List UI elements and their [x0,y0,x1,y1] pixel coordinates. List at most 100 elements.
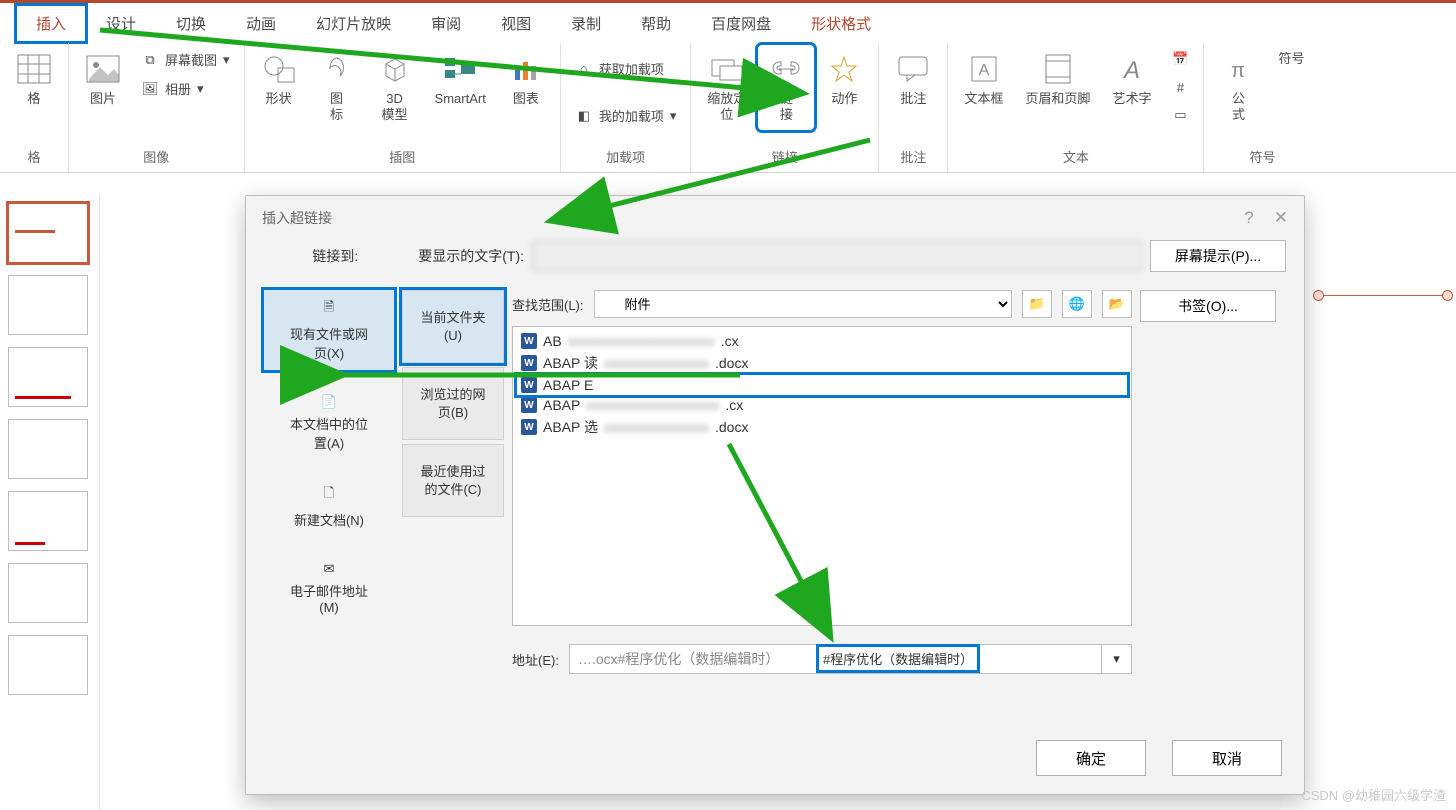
cancel-button[interactable]: 取消 [1172,740,1282,776]
svg-text:A: A [1122,57,1140,84]
equation-icon: π [1220,51,1256,87]
file-item-1[interactable]: WABAP 读xxxxxxxxxxxxxxx.docx [517,351,1127,375]
tab-shape-format[interactable]: 形状格式 [791,5,891,42]
slide-thumb-3[interactable] [8,347,88,407]
textbox-button[interactable]: A文本框 [956,47,1011,111]
display-text-label: 要显示的文字(T): [418,248,524,264]
file-list[interactable]: WABxxxxxxxxxxxxxxxxxxxxx.cx WABAP 读xxxxx… [512,326,1132,626]
slide-canvas: 插入超链接 ? ✕ 链接到:要显示的文字(T): 屏幕提示(P)... 🗎现有文… [100,195,1456,810]
zoom-button[interactable]: 缩放定 位 [699,47,754,128]
cube-icon [377,51,413,87]
table-icon [16,51,52,87]
bookmark-button[interactable]: 书签(O)... [1140,290,1276,322]
equation-button[interactable]: π公 式 [1212,47,1264,128]
linkto-email[interactable]: ✉电子邮件地址 (M) [264,553,394,623]
slide-thumb-2[interactable] [8,275,88,335]
scope-browsed-pages[interactable]: 浏览过的网 页(B) [402,367,504,440]
tab-design[interactable]: 设计 [86,5,156,42]
document-icon: 📄 [321,394,337,410]
link-to-label: 链接到: [312,248,358,264]
svg-text:π: π [1232,60,1246,82]
group-label-comment: 批注 [900,143,926,172]
tab-netdisk[interactable]: 百度网盘 [691,5,791,42]
table-button[interactable]: 格 [8,47,60,111]
store-icon: ⌂ [575,60,593,78]
screenshot-button[interactable]: ⧉屏幕截图 ▾ [135,47,236,72]
slide-thumb-7[interactable] [8,635,88,695]
help-icon[interactable]: ? [1244,208,1253,228]
slidenum-button[interactable]: # [1165,75,1195,99]
tab-insert[interactable]: 插入 [16,5,86,42]
symbol-button[interactable]: 符号 [1270,47,1312,71]
browse-file-button[interactable]: 📂 [1102,290,1132,318]
textbox-icon: A [966,51,1002,87]
object-button[interactable]: ▭ [1165,103,1195,127]
smartart-icon [442,51,478,87]
display-text-input[interactable] [532,241,1142,271]
wordart-icon: A [1114,51,1150,87]
look-in-select[interactable]: 附件 [594,290,1012,318]
file-item-2[interactable]: WABAP E [517,375,1127,395]
file-item-3[interactable]: WABAPxxxxxxxxxxxxxxxxxxx.cx [517,395,1127,415]
smartart-button[interactable]: SmartArt [427,47,494,111]
image-button[interactable]: 图片 [77,47,129,111]
chart-icon [508,51,544,87]
connector-handle[interactable] [1318,295,1448,296]
newdoc-icon: 🗋 [324,484,334,506]
my-addin-button[interactable]: ◧我的加载项 ▾ [569,103,683,128]
tab-animate[interactable]: 动画 [226,5,296,42]
ok-button[interactable]: 确定 [1036,740,1146,776]
address-label: 地址(E): [512,650,559,669]
object-icon: ▭ [1171,106,1189,124]
datetime-button[interactable]: 📅 [1165,47,1195,71]
up-folder-button[interactable]: 📁 [1022,290,1052,318]
scope-recent-files[interactable]: 最近使用过 的文件(C) [402,444,504,517]
close-icon[interactable]: ✕ [1274,208,1288,228]
wordart-button[interactable]: A艺术字 [1104,47,1159,111]
album-button[interactable]: 🖼相册 ▾ [135,76,236,101]
svg-text:A: A [979,62,990,79]
link-button[interactable]: 链 接 [760,47,812,128]
headerfooter-icon [1040,51,1076,87]
3d-model-button[interactable]: 3D 模型 [369,47,421,128]
scope-current-folder[interactable]: 当前文件夹 (U) [402,290,504,363]
slide-thumb-5[interactable] [8,491,88,551]
comment-button[interactable]: 批注 [887,47,939,111]
group-label-symbol: 符号 [1249,143,1275,172]
icons-icon [319,51,355,87]
linkto-existing-file[interactable]: 🗎现有文件或网 页(X) [264,290,394,370]
tab-record[interactable]: 录制 [551,5,621,42]
tab-view[interactable]: 视图 [481,5,551,42]
up-folder-icon: 📁 [1029,296,1045,312]
icons-button[interactable]: 图 标 [311,47,363,128]
tab-slideshow[interactable]: 幻灯片放映 [296,5,411,42]
screentip-button[interactable]: 屏幕提示(P)... [1150,240,1286,272]
group-label-text: 文本 [1063,143,1089,172]
address-dropdown[interactable]: ▾ [1101,645,1131,673]
chart-button[interactable]: 图表 [500,47,552,111]
action-button[interactable]: 动作 [818,47,870,111]
linkto-new-document[interactable]: 🗋新建文档(N) [264,476,394,537]
tab-transition[interactable]: 切换 [156,5,226,42]
ribbon: 格 格 图片 ⧉屏幕截图 ▾ 🖼相册 ▾ 图像 形状 图 标 3D 模型 Sma… [0,43,1456,173]
tab-help[interactable]: 帮助 [621,5,691,42]
group-label-image: 图像 [143,143,169,172]
linkto-place-in-doc[interactable]: 📄本文档中的位 置(A) [264,386,394,460]
slide-thumb-1[interactable] [8,203,88,263]
group-label-addin: 加载项 [606,143,645,172]
comment-icon [895,51,931,87]
slide-thumb-6[interactable] [8,563,88,623]
zoom-icon [709,51,745,87]
file-item-0[interactable]: WABxxxxxxxxxxxxxxxxxxxxx.cx [517,331,1127,351]
get-addin-button[interactable]: ⌂获取加载项 [569,56,683,81]
watermark: CSDN @幼稚园六级学渣 [1301,785,1446,804]
look-in-label: 查找范围(L): [512,295,584,314]
insert-hyperlink-dialog: 插入超链接 ? ✕ 链接到:要显示的文字(T): 屏幕提示(P)... 🗎现有文… [245,195,1305,795]
tab-review[interactable]: 审阅 [411,5,481,42]
file-item-4[interactable]: WABAP 选xxxxxxxxxxxxxxx.docx [517,415,1127,439]
slide-thumb-4[interactable] [8,419,88,479]
addin-icon: ◧ [575,107,593,125]
browse-web-button[interactable]: 🌐 [1062,290,1092,318]
header-footer-button[interactable]: 页眉和页脚 [1017,47,1098,111]
shapes-button[interactable]: 形状 [253,47,305,111]
